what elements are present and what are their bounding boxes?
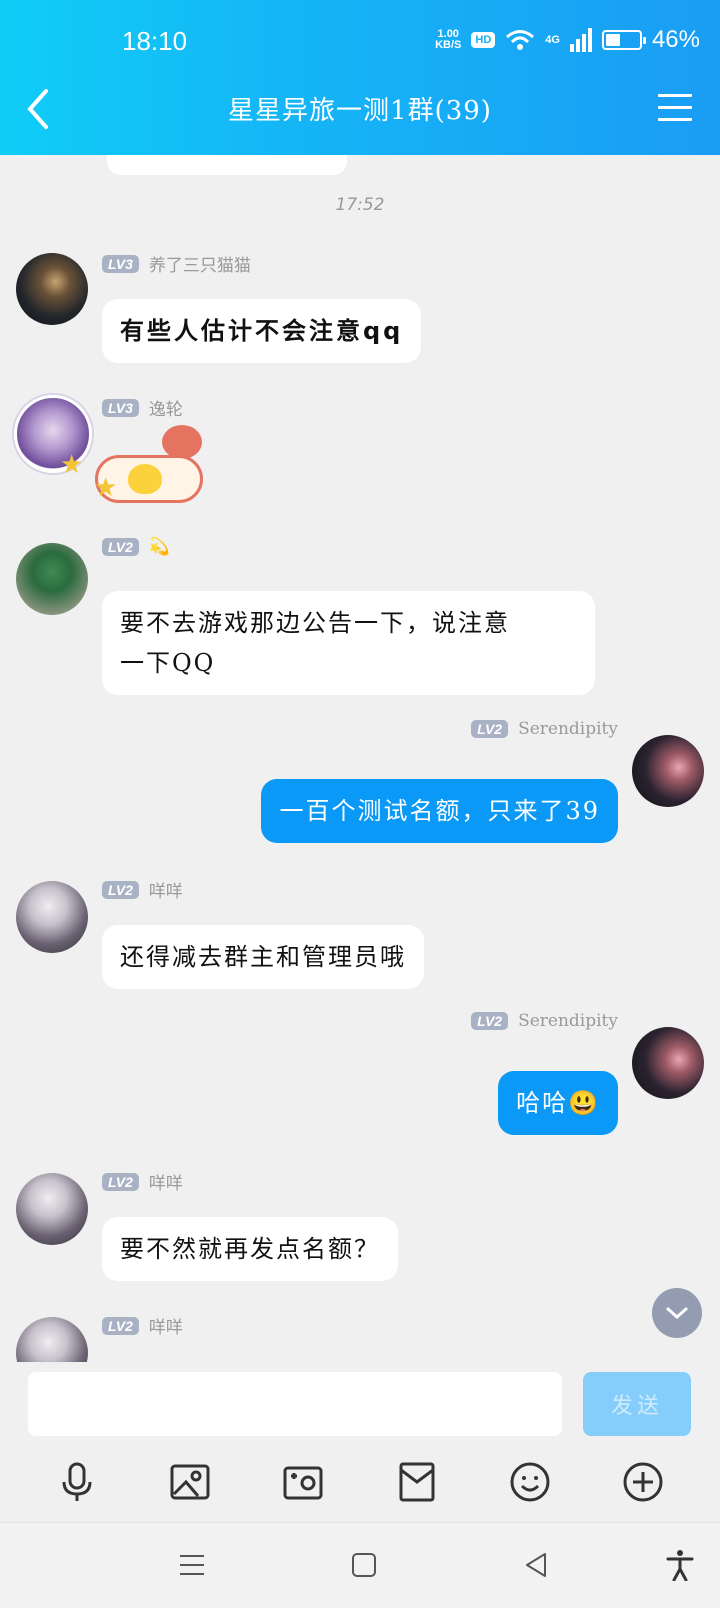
hd-badge: HD xyxy=(471,32,496,48)
avatar[interactable] xyxy=(16,1173,88,1245)
message-meta: LV3 逸轮 xyxy=(102,395,183,420)
message-meta: LV2 Serendipity xyxy=(471,1011,618,1031)
system-nav-bar xyxy=(0,1522,720,1608)
camera-button[interactable] xyxy=(278,1457,328,1507)
signal-label: 4G xyxy=(545,34,560,46)
avatar[interactable] xyxy=(16,543,88,615)
red-packet-button[interactable] xyxy=(392,1457,442,1507)
home-button[interactable] xyxy=(344,1545,384,1585)
accessibility-button[interactable] xyxy=(660,1545,700,1585)
red-packet-icon xyxy=(399,1462,435,1502)
image-icon xyxy=(170,1464,210,1500)
message-bubble[interactable]: 要不然就再发点名额？ xyxy=(102,1217,398,1281)
message-bubble[interactable]: 有些人估计不会注意qq xyxy=(102,299,422,363)
more-button[interactable] xyxy=(618,1457,668,1507)
input-area: 发送 xyxy=(0,1362,720,1442)
image-button[interactable] xyxy=(165,1457,215,1507)
back-icon xyxy=(526,1553,546,1577)
level-badge: LV2 xyxy=(102,538,139,556)
sticker-cat-decoration xyxy=(162,425,202,459)
message-input[interactable] xyxy=(28,1372,562,1436)
message-bubble[interactable]: 要不去游戏那边公告一下，说注意 一下QQ xyxy=(102,591,595,695)
nickname: 咩咩 xyxy=(148,1318,183,1338)
chat-title: 星星异旅一测1群(39) xyxy=(228,96,492,126)
duck-sticker-icon xyxy=(128,464,162,494)
back-nav-button[interactable] xyxy=(516,1545,556,1585)
star-icon: ★ xyxy=(60,450,84,480)
nickname: Serendipity xyxy=(518,1011,618,1031)
message-bubble[interactable]: 还得减去群主和管理员哦 xyxy=(102,925,424,989)
chat-toolbar xyxy=(0,1442,720,1522)
home-icon xyxy=(352,1553,376,1577)
wifi-icon xyxy=(506,30,535,50)
recent-apps-button[interactable] xyxy=(172,1545,212,1585)
message-meta: LV2 咩咩 xyxy=(102,1313,183,1338)
emoji-button[interactable] xyxy=(505,1457,555,1507)
signal-icon xyxy=(569,28,592,52)
battery-percent: 46% xyxy=(651,26,700,53)
nickname: 咩咩 xyxy=(148,882,183,902)
level-badge: LV2 xyxy=(102,1172,139,1191)
avatar[interactable] xyxy=(16,253,88,325)
camera-icon xyxy=(283,1466,323,1500)
message-meta: LV2 咩咩 xyxy=(102,1169,183,1194)
nickname: 养了三只猫猫 xyxy=(148,256,251,276)
level-badge: LV3 xyxy=(102,398,139,417)
avatar[interactable] xyxy=(632,735,704,807)
voice-button[interactable] xyxy=(52,1457,102,1507)
message-bubble[interactable]: 一百个测试名额，只来了39 xyxy=(261,779,618,843)
menu-icon xyxy=(658,94,692,97)
message-meta: LV2 Serendipity xyxy=(471,719,618,739)
avatar[interactable] xyxy=(16,1317,88,1362)
star-icon: ★ xyxy=(94,473,118,503)
battery-icon xyxy=(601,30,646,50)
send-button[interactable]: 发送 xyxy=(583,1372,691,1436)
level-badge: LV2 xyxy=(102,1316,139,1335)
message-bubble[interactable]: 哈哈😃 xyxy=(498,1071,618,1135)
message-meta: LV2 💫 xyxy=(102,537,170,557)
menu-button[interactable] xyxy=(658,94,692,122)
nickname: 逸轮 xyxy=(148,400,183,420)
message-meta: LV2 咩咩 xyxy=(102,877,183,902)
level-badge: LV2 xyxy=(471,720,509,738)
level-badge: LV2 xyxy=(471,1012,509,1030)
emoji-icon xyxy=(510,1462,550,1502)
avatar[interactable] xyxy=(16,881,88,953)
status-icons: 1.00 KB/S HD 4G 46% xyxy=(435,26,700,54)
mic-icon xyxy=(62,1462,92,1501)
previous-message-bubble xyxy=(107,155,347,175)
status-time: 18:10 xyxy=(122,26,188,56)
level-badge: LV2 xyxy=(102,880,139,899)
recent-apps-icon xyxy=(180,1555,204,1575)
chevron-down-icon xyxy=(666,1307,688,1320)
scroll-to-bottom-button[interactable] xyxy=(652,1288,702,1338)
plus-icon xyxy=(623,1462,663,1502)
avatar[interactable] xyxy=(632,1027,704,1099)
nickname: 咩咩 xyxy=(148,1174,183,1194)
network-speed: 1.00 KB/S xyxy=(435,28,462,51)
nickname: 💫 xyxy=(148,537,171,557)
time-separator: 17:52 xyxy=(335,195,385,215)
message-list[interactable]: 17:52 LV3 养了三只猫猫 有些人估计不会注意qq LV3 逸轮 ★ ★ … xyxy=(0,155,720,1362)
chat-header: 18:10 1.00 KB/S HD 4G 46% 星星异旅一测1群(39) xyxy=(0,0,720,155)
message-meta: LV3 养了三只猫猫 xyxy=(102,251,251,276)
level-badge: LV3 xyxy=(102,254,139,273)
nickname: Serendipity xyxy=(518,719,618,739)
accessibility-icon xyxy=(666,1550,694,1581)
